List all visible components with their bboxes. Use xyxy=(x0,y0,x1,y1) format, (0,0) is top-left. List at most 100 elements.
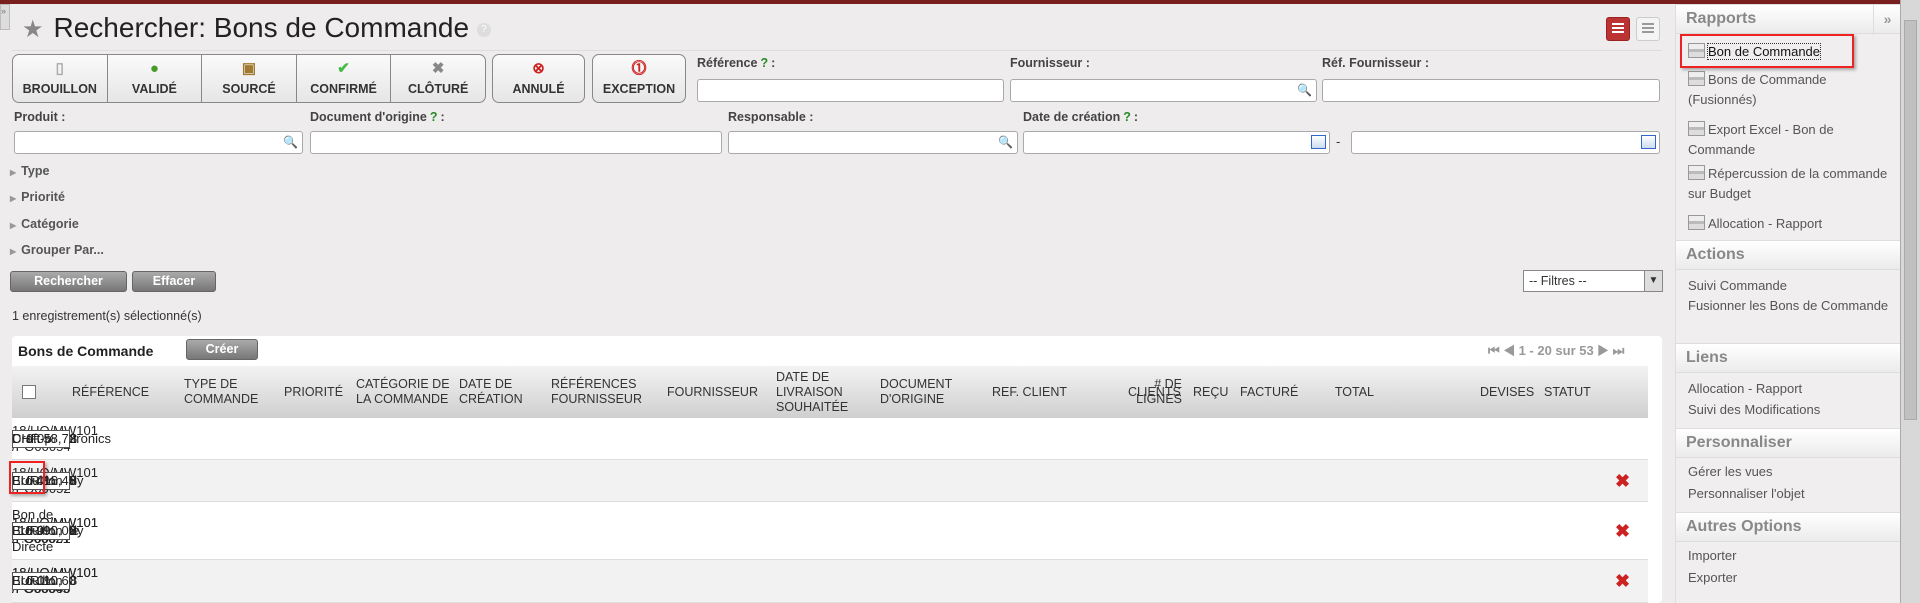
search-icon[interactable]: 🔍 xyxy=(283,135,298,149)
sidebar-link[interactable]: Allocation - Rapport xyxy=(1688,379,1893,399)
top-bar xyxy=(0,0,1920,4)
grid-icon xyxy=(1642,23,1654,35)
scrollbar-thumb[interactable] xyxy=(1904,20,1917,420)
delete-icon[interactable]: ✖ xyxy=(1615,502,1630,559)
doc-origine-label: Document d'origine?: xyxy=(310,110,445,124)
status-source-button[interactable]: ▣ SOURCÉ xyxy=(202,55,297,102)
calendar-icon[interactable] xyxy=(1641,135,1656,149)
status-annule-button[interactable]: ⊗ ANNULÉ xyxy=(492,54,585,103)
responsable-input[interactable]: 🔍 xyxy=(728,131,1018,154)
cell-statut: Draft-p xyxy=(12,430,52,446)
column-header[interactable]: Statut xyxy=(1544,366,1648,418)
status-valide-button[interactable]: ● VALIDÉ xyxy=(108,55,203,102)
column-header[interactable]: Date de création xyxy=(459,366,563,418)
column-header[interactable]: Type de commande xyxy=(184,366,288,418)
delete-icon[interactable]: ✖ xyxy=(1615,460,1630,501)
sidebar-link[interactable]: Suivi Commande xyxy=(1688,276,1893,296)
select-all-checkbox[interactable] xyxy=(22,385,36,399)
column-header[interactable]: Catégorie de la commande xyxy=(356,366,456,418)
grouper-par-toggle[interactable]: ▶ Grouper Par... xyxy=(10,243,104,257)
last-page-icon[interactable]: ⏭ xyxy=(1613,343,1625,358)
sidebar-link[interactable]: Exporter xyxy=(1688,568,1893,588)
first-page-icon[interactable]: ⏮ xyxy=(1488,343,1500,358)
sidebar-link[interactable]: Suivi des Modifications xyxy=(1688,400,1893,420)
column-header[interactable]: Document d'origine xyxy=(880,366,984,418)
green-check-circle-icon: ● xyxy=(149,60,159,77)
fournisseur-label: Fournisseur : xyxy=(1010,56,1090,70)
red-x-circle-icon: ⊗ xyxy=(532,60,545,77)
sidebar-link-label: Importer xyxy=(1688,548,1737,563)
grid-view-button[interactable] xyxy=(1636,17,1660,41)
date-from-input[interactable] xyxy=(1023,131,1330,154)
status-cloture-button[interactable]: ✖ CLÔTURÉ xyxy=(391,55,485,102)
date-range-dash: - xyxy=(1336,134,1341,149)
sidebar-link-label: Fusionner les Bons de Commande xyxy=(1688,298,1889,313)
next-page-icon[interactable]: ▶ xyxy=(1597,343,1609,358)
priorite-toggle[interactable]: ▶ Priorité xyxy=(10,190,65,204)
list-view-button[interactable] xyxy=(1606,17,1630,41)
sidebar-link[interactable]: Allocation - Rapport xyxy=(1688,214,1893,234)
produit-input[interactable]: 🔍 xyxy=(14,131,303,154)
sidebar-link[interactable]: Fusionner les Bons de Commande xyxy=(1688,296,1893,316)
doc-origine-input[interactable] xyxy=(310,131,722,154)
sidebar-link[interactable]: Bons de Commande (Fusionnés) xyxy=(1688,70,1893,110)
exclamation-circle-icon: ⓵ xyxy=(631,60,647,77)
status-confirme-button[interactable]: ✔ CONFIRMÉ xyxy=(297,55,392,102)
triangle-right-icon: ▶ xyxy=(10,247,17,256)
list-title: Bons de Commande xyxy=(18,343,154,359)
type-toggle[interactable]: ▶ Type xyxy=(10,164,49,178)
sidebar-section-header: Autres Options xyxy=(1676,512,1901,542)
sidebar-link[interactable]: Gérer les vues xyxy=(1688,462,1893,482)
column-header[interactable]: Ref. client xyxy=(992,366,1096,418)
column-header[interactable]: Référence xyxy=(72,366,176,418)
sidebar-section-title: Actions xyxy=(1686,246,1745,263)
sidebar-link[interactable]: Répercussion de la commande sur Budget xyxy=(1688,164,1893,204)
reference-input[interactable] xyxy=(697,79,1004,102)
filters-select[interactable]: -- Filtres -- ▼ xyxy=(1523,270,1663,292)
sidebar-link[interactable]: Importer xyxy=(1688,546,1893,566)
status-exception-button[interactable]: ⓵ EXCEPTION xyxy=(592,54,686,103)
help-icon[interactable]: ? xyxy=(476,22,491,37)
collapse-sidebar-button[interactable]: » xyxy=(1873,5,1901,35)
sidebar-link-label: Allocation - Rapport xyxy=(1708,216,1823,231)
sidebar-link-label: Exporter xyxy=(1688,570,1738,585)
favorite-star-icon[interactable]: ★ xyxy=(22,16,44,43)
page-title-text: Rechercher: Bons de Commande xyxy=(53,12,470,43)
pager: ⏮ ◀ 1 - 20 sur 53 ▶ ⏭ xyxy=(1488,343,1624,359)
status-brouillon-button[interactable]: ▯ BROUILLON xyxy=(13,55,108,102)
ref-fournisseur-input[interactable] xyxy=(1322,79,1660,102)
create-button[interactable]: Créer xyxy=(186,339,258,360)
ref-fournisseur-label: Réf. Fournisseur : xyxy=(1322,56,1429,70)
column-header[interactable]: Total xyxy=(1330,366,1374,418)
column-header[interactable]: # de lignes xyxy=(1136,366,1182,418)
search-icon[interactable]: 🔍 xyxy=(998,135,1013,149)
column-header[interactable]: Date de livraison souhaitée xyxy=(776,366,876,418)
date-to-input[interactable] xyxy=(1351,131,1660,154)
column-header[interactable]: Références fournisseur xyxy=(551,366,651,418)
column-header[interactable]: Fournisseur xyxy=(667,366,771,418)
calendar-icon[interactable] xyxy=(1311,135,1326,149)
table-row[interactable]: ✔✏18/HQ/MW101 /PO00052NormalNormalLogist… xyxy=(12,460,1648,502)
clear-button[interactable]: Effacer xyxy=(132,271,216,292)
table-row[interactable]: ✏18/HQ/MW101 /PO00051Bon de Commande Dir… xyxy=(12,502,1648,560)
delete-icon[interactable]: ✖ xyxy=(1615,560,1630,602)
triangle-right-icon: ▶ xyxy=(10,168,17,177)
prev-page-icon[interactable]: ◀ xyxy=(1503,343,1515,358)
right-sidebar: Rapports» Bon de Commande Bons de Commande… xyxy=(1675,4,1901,603)
sidebar-section-header: Personnaliser xyxy=(1676,428,1901,458)
expand-left-panel-button[interactable]: » xyxy=(0,4,10,30)
table-row[interactable]: ✏18/HQ/MW101 /PO00054NormalNormalLogisti… xyxy=(12,418,1648,460)
sidebar-link[interactable]: Personnaliser l'objet xyxy=(1688,484,1893,504)
fournisseur-input[interactable]: 🔍 xyxy=(1010,79,1317,102)
print-icon xyxy=(1688,121,1705,136)
categorie-toggle[interactable]: ▶ Catégorie xyxy=(10,217,79,231)
table-row[interactable]: ✏18/HQ/MW101 /PO00050NormalNormalMédical… xyxy=(12,560,1648,603)
cell-statut: Brouillon xyxy=(12,522,63,538)
search-button[interactable]: Rechercher xyxy=(10,271,127,292)
sidebar-link[interactable]: Export Excel - Bon de Commande xyxy=(1688,120,1893,160)
clipboard-icon: ▣ xyxy=(241,60,257,77)
column-header[interactable]: Facturé xyxy=(1240,366,1344,418)
scrollbar[interactable] xyxy=(1900,0,1920,603)
sidebar-section-header: Liens xyxy=(1676,343,1901,373)
search-icon[interactable]: 🔍 xyxy=(1297,83,1312,97)
